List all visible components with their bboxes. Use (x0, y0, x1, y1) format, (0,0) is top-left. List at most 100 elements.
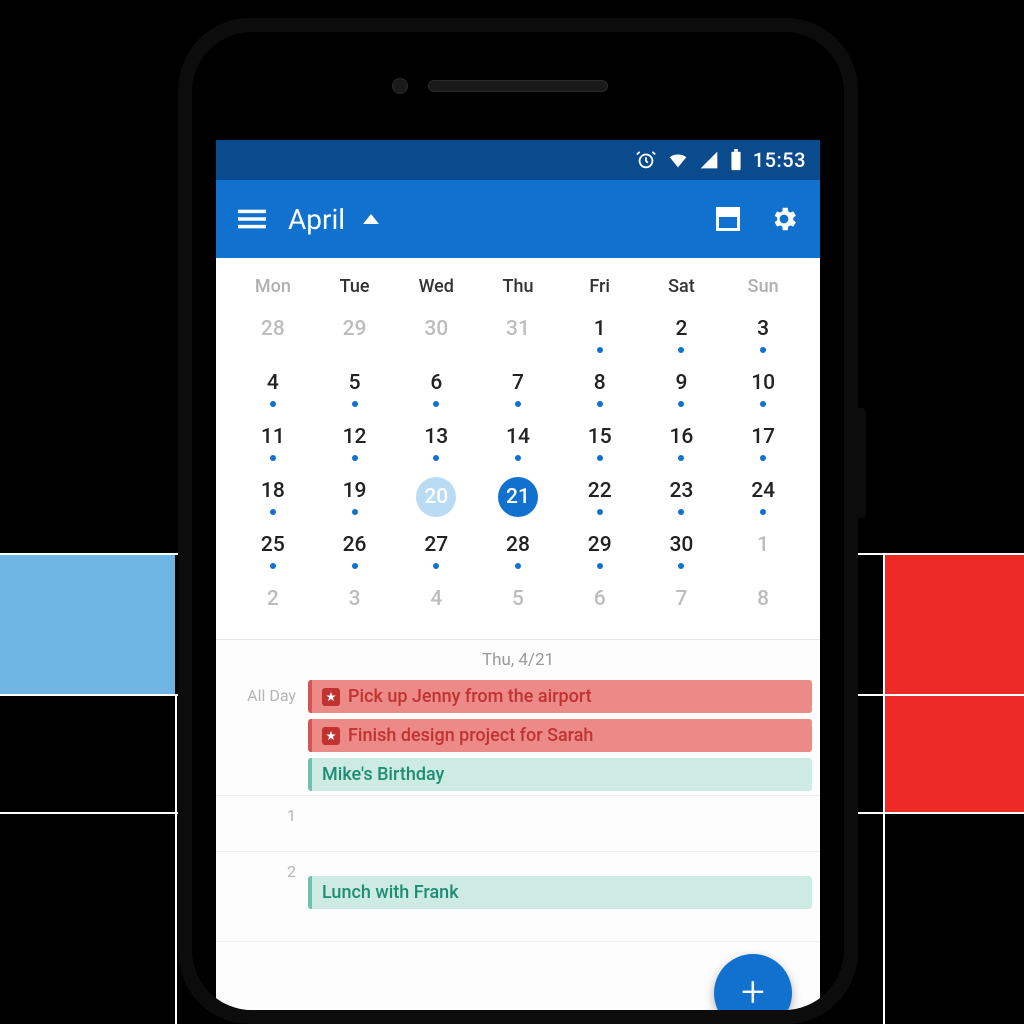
day-number: 10 (751, 369, 775, 397)
weekday-header: Sat (641, 266, 723, 309)
calendar-day[interactable]: 3 (722, 309, 804, 363)
weekday-header: Wed (395, 266, 477, 309)
day-number: 30 (669, 531, 693, 559)
calendar-day[interactable]: 3 (314, 579, 396, 633)
calendar-day[interactable]: 25 (232, 525, 314, 579)
calendar-day[interactable]: 8 (559, 363, 641, 417)
day-number: 29 (343, 315, 367, 343)
event-title: Finish design project for Sarah (348, 725, 593, 746)
agenda-date-label: Thu, 4/21 (216, 640, 820, 676)
day-number: 24 (751, 477, 775, 505)
today-button[interactable] (700, 191, 756, 247)
allday-event[interactable]: Mike's Birthday (308, 758, 812, 791)
calendar-day[interactable]: 28 (477, 525, 559, 579)
gear-icon (769, 204, 799, 234)
calendar-day[interactable]: 4 (395, 579, 477, 633)
event-dot-icon (270, 401, 276, 407)
calendar-day[interactable]: 30 (641, 525, 723, 579)
alarm-icon (635, 149, 657, 171)
event-dot-icon (597, 455, 603, 461)
day-number: 4 (267, 369, 279, 397)
month-selector[interactable]: April (288, 203, 700, 236)
calendar-day[interactable]: 22 (559, 471, 641, 525)
event-dot-icon (352, 455, 358, 461)
calendar-day[interactable]: 6 (559, 579, 641, 633)
phone-side-button (858, 408, 866, 518)
calendar-day[interactable]: 2 (232, 579, 314, 633)
event-dot-icon (352, 563, 358, 569)
calendar-day[interactable]: 7 (477, 363, 559, 417)
allday-event[interactable]: Pick up Jenny from the airport (308, 680, 812, 713)
event-dot-icon (270, 509, 276, 515)
calendar-day[interactable]: 16 (641, 417, 723, 471)
event-dot-icon (515, 455, 521, 461)
calendar-day[interactable]: 1 (559, 309, 641, 363)
battery-icon (729, 149, 743, 171)
calendar-day[interactable]: 29 (559, 525, 641, 579)
day-number: 17 (751, 423, 775, 451)
event-dot-icon (597, 563, 603, 569)
agenda-list: Thu, 4/21 All Day Pick up Jenny from the… (216, 639, 820, 1010)
event-dot-icon (515, 401, 521, 407)
calendar-day[interactable]: 24 (722, 471, 804, 525)
event-dot-icon (270, 563, 276, 569)
calendar-day[interactable]: 5 (314, 363, 396, 417)
day-number: 8 (594, 369, 606, 397)
day-number: 12 (343, 423, 367, 451)
day-number: 9 (675, 369, 687, 397)
app-bar: April (216, 180, 820, 258)
calendar-day[interactable]: 14 (477, 417, 559, 471)
calendar-day[interactable]: 30 (395, 309, 477, 363)
allday-label: All Day (216, 676, 308, 795)
menu-button[interactable] (224, 191, 280, 247)
calendar-day[interactable]: 23 (641, 471, 723, 525)
day-number: 3 (757, 315, 769, 343)
weekday-header: Mon (232, 266, 314, 309)
calendar-day[interactable]: 8 (722, 579, 804, 633)
add-event-fab[interactable]: + (714, 954, 792, 1010)
calendar-day[interactable]: 19 (314, 471, 396, 525)
calendar-day[interactable]: 18 (232, 471, 314, 525)
calendar-day[interactable]: 15 (559, 417, 641, 471)
event-dot-icon (352, 401, 358, 407)
calendar-day[interactable]: 17 (722, 417, 804, 471)
calendar-day[interactable]: 11 (232, 417, 314, 471)
wifi-icon (667, 149, 689, 171)
calendar-day[interactable]: 2 (641, 309, 723, 363)
calendar-day[interactable]: 9 (641, 363, 723, 417)
calendar-day[interactable]: 20 (395, 471, 477, 525)
event-dot-icon (760, 401, 766, 407)
calendar-day[interactable]: 4 (232, 363, 314, 417)
calendar-day[interactable]: 27 (395, 525, 477, 579)
calendar-day[interactable]: 7 (641, 579, 723, 633)
calendar-day[interactable]: 31 (477, 309, 559, 363)
event-title: Lunch with Frank (322, 882, 459, 903)
calendar-day[interactable]: 12 (314, 417, 396, 471)
wunderlist-icon (322, 727, 340, 745)
event-dot-icon (597, 401, 603, 407)
calendar-day[interactable]: 28 (232, 309, 314, 363)
event-dot-icon (352, 509, 358, 515)
calendar-day[interactable]: 5 (477, 579, 559, 633)
timed-event[interactable]: Lunch with Frank (308, 876, 812, 909)
day-number: 7 (675, 585, 687, 613)
weekday-header: Thu (477, 266, 559, 309)
weekday-header: Tue (314, 266, 396, 309)
status-bar: 15:53 (216, 140, 820, 180)
calendar-day[interactable]: 6 (395, 363, 477, 417)
settings-button[interactable] (756, 191, 812, 247)
day-number: 2 (267, 585, 279, 613)
calendar-day-icon (714, 205, 742, 233)
calendar-day[interactable]: 1 (722, 525, 804, 579)
calendar-day[interactable]: 13 (395, 417, 477, 471)
allday-event[interactable]: Finish design project for Sarah (308, 719, 812, 752)
calendar-day[interactable]: 26 (314, 525, 396, 579)
chevron-up-icon (363, 214, 379, 224)
calendar-day[interactable]: 10 (722, 363, 804, 417)
day-number: 28 (261, 315, 285, 343)
calendar-day[interactable]: 29 (314, 309, 396, 363)
event-dot-icon (678, 509, 684, 515)
event-dot-icon (433, 455, 439, 461)
event-title: Mike's Birthday (322, 764, 444, 785)
calendar-day[interactable]: 21 (477, 471, 559, 525)
